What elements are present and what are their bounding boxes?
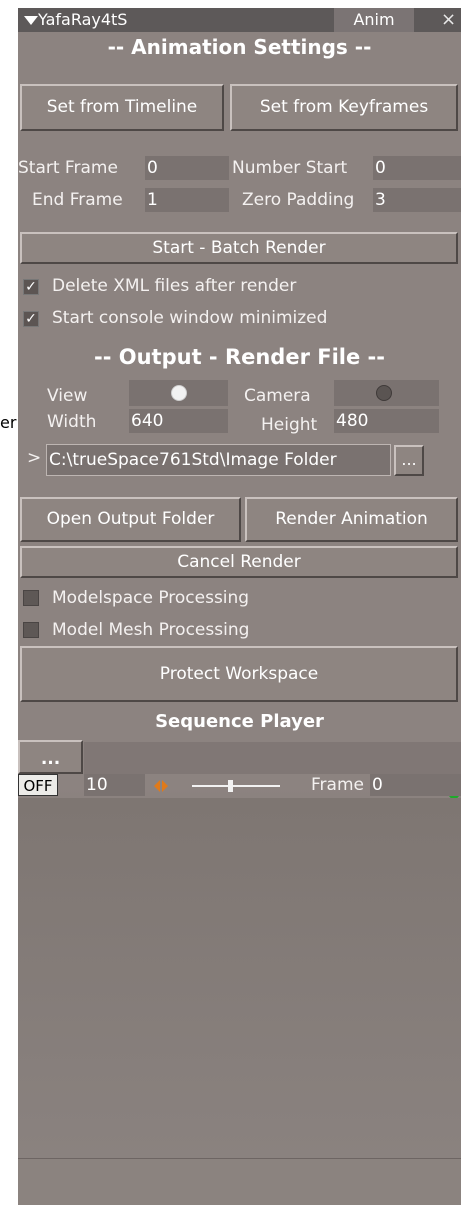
start-frame-field[interactable]: 0: [145, 156, 229, 180]
zero-padding-label: Zero Padding: [242, 190, 355, 210]
set-from-keyframes-button[interactable]: Set from Keyframes: [230, 84, 458, 131]
render-animation-button[interactable]: Render Animation: [245, 497, 458, 542]
delete-xml-label: Delete XML files after render: [52, 276, 297, 296]
cancel-render-button[interactable]: Cancel Render: [20, 546, 458, 578]
status-bar: [18, 1158, 461, 1205]
model-mesh-processing-label: Model Mesh Processing: [52, 620, 250, 640]
number-start-field[interactable]: 0: [373, 156, 461, 180]
modelspace-processing-label: Modelspace Processing: [52, 588, 250, 608]
camera-radio[interactable]: [376, 385, 392, 401]
fps-field[interactable]: 10: [84, 774, 145, 796]
sequence-path-field[interactable]: [84, 742, 461, 774]
path-prefix: >: [27, 448, 42, 468]
sequence-browse-button[interactable]: ...: [18, 740, 83, 774]
speed-slider[interactable]: [190, 778, 282, 792]
model-mesh-processing-checkbox[interactable]: [23, 622, 39, 638]
outer-label: er: [0, 413, 17, 432]
height-label: Height: [261, 415, 318, 435]
protect-workspace-button[interactable]: Protect Workspace: [20, 646, 458, 702]
tab-anim[interactable]: Anim: [334, 8, 414, 32]
open-output-folder-button[interactable]: Open Output Folder: [20, 497, 241, 542]
end-frame-label: End Frame: [32, 190, 123, 210]
batch-render-button[interactable]: Start - Batch Render: [20, 232, 458, 264]
set-from-timeline-button[interactable]: Set from Timeline: [20, 84, 224, 131]
sequence-player-heading: Sequence Player: [155, 711, 324, 732]
start-console-checkbox[interactable]: ✓: [23, 311, 39, 327]
off-button[interactable]: OFF: [18, 774, 58, 796]
start-frame-label: Start Frame: [18, 158, 118, 178]
output-path-field[interactable]: C:\trueSpace761Std\Image Folder: [46, 444, 391, 476]
start-console-label: Start console window minimized: [52, 308, 328, 328]
width-label: Width: [47, 412, 97, 432]
camera-label: Camera: [244, 386, 311, 406]
zero-padding-field[interactable]: 3: [373, 188, 461, 212]
direction-arrows-icon[interactable]: [154, 778, 168, 792]
delete-xml-checkbox[interactable]: ✓: [23, 279, 39, 295]
yafaray-panel: YafaRay4tS Anim × -- Animation Settings …: [18, 8, 461, 1205]
frame-field[interactable]: 0: [370, 774, 461, 796]
view-radio[interactable]: [171, 385, 187, 401]
height-field[interactable]: 480: [334, 409, 439, 433]
frame-label: Frame: [311, 775, 364, 795]
modelspace-processing-checkbox[interactable]: [23, 590, 39, 606]
output-browse-button[interactable]: ...: [394, 445, 424, 476]
width-field[interactable]: 640: [129, 409, 228, 433]
animation-settings-heading: -- Animation Settings --: [107, 35, 372, 59]
close-icon[interactable]: ×: [436, 8, 461, 32]
view-label: View: [47, 386, 88, 406]
window-title: YafaRay4tS: [38, 10, 128, 29]
number-start-label: Number Start: [232, 158, 348, 178]
collapse-triangle-icon[interactable]: [24, 16, 38, 25]
output-heading: -- Output - Render File --: [94, 345, 385, 369]
tab-anim-label: Anim: [353, 10, 395, 29]
preview-area: [18, 798, 461, 1158]
end-frame-field[interactable]: 1: [145, 188, 229, 212]
